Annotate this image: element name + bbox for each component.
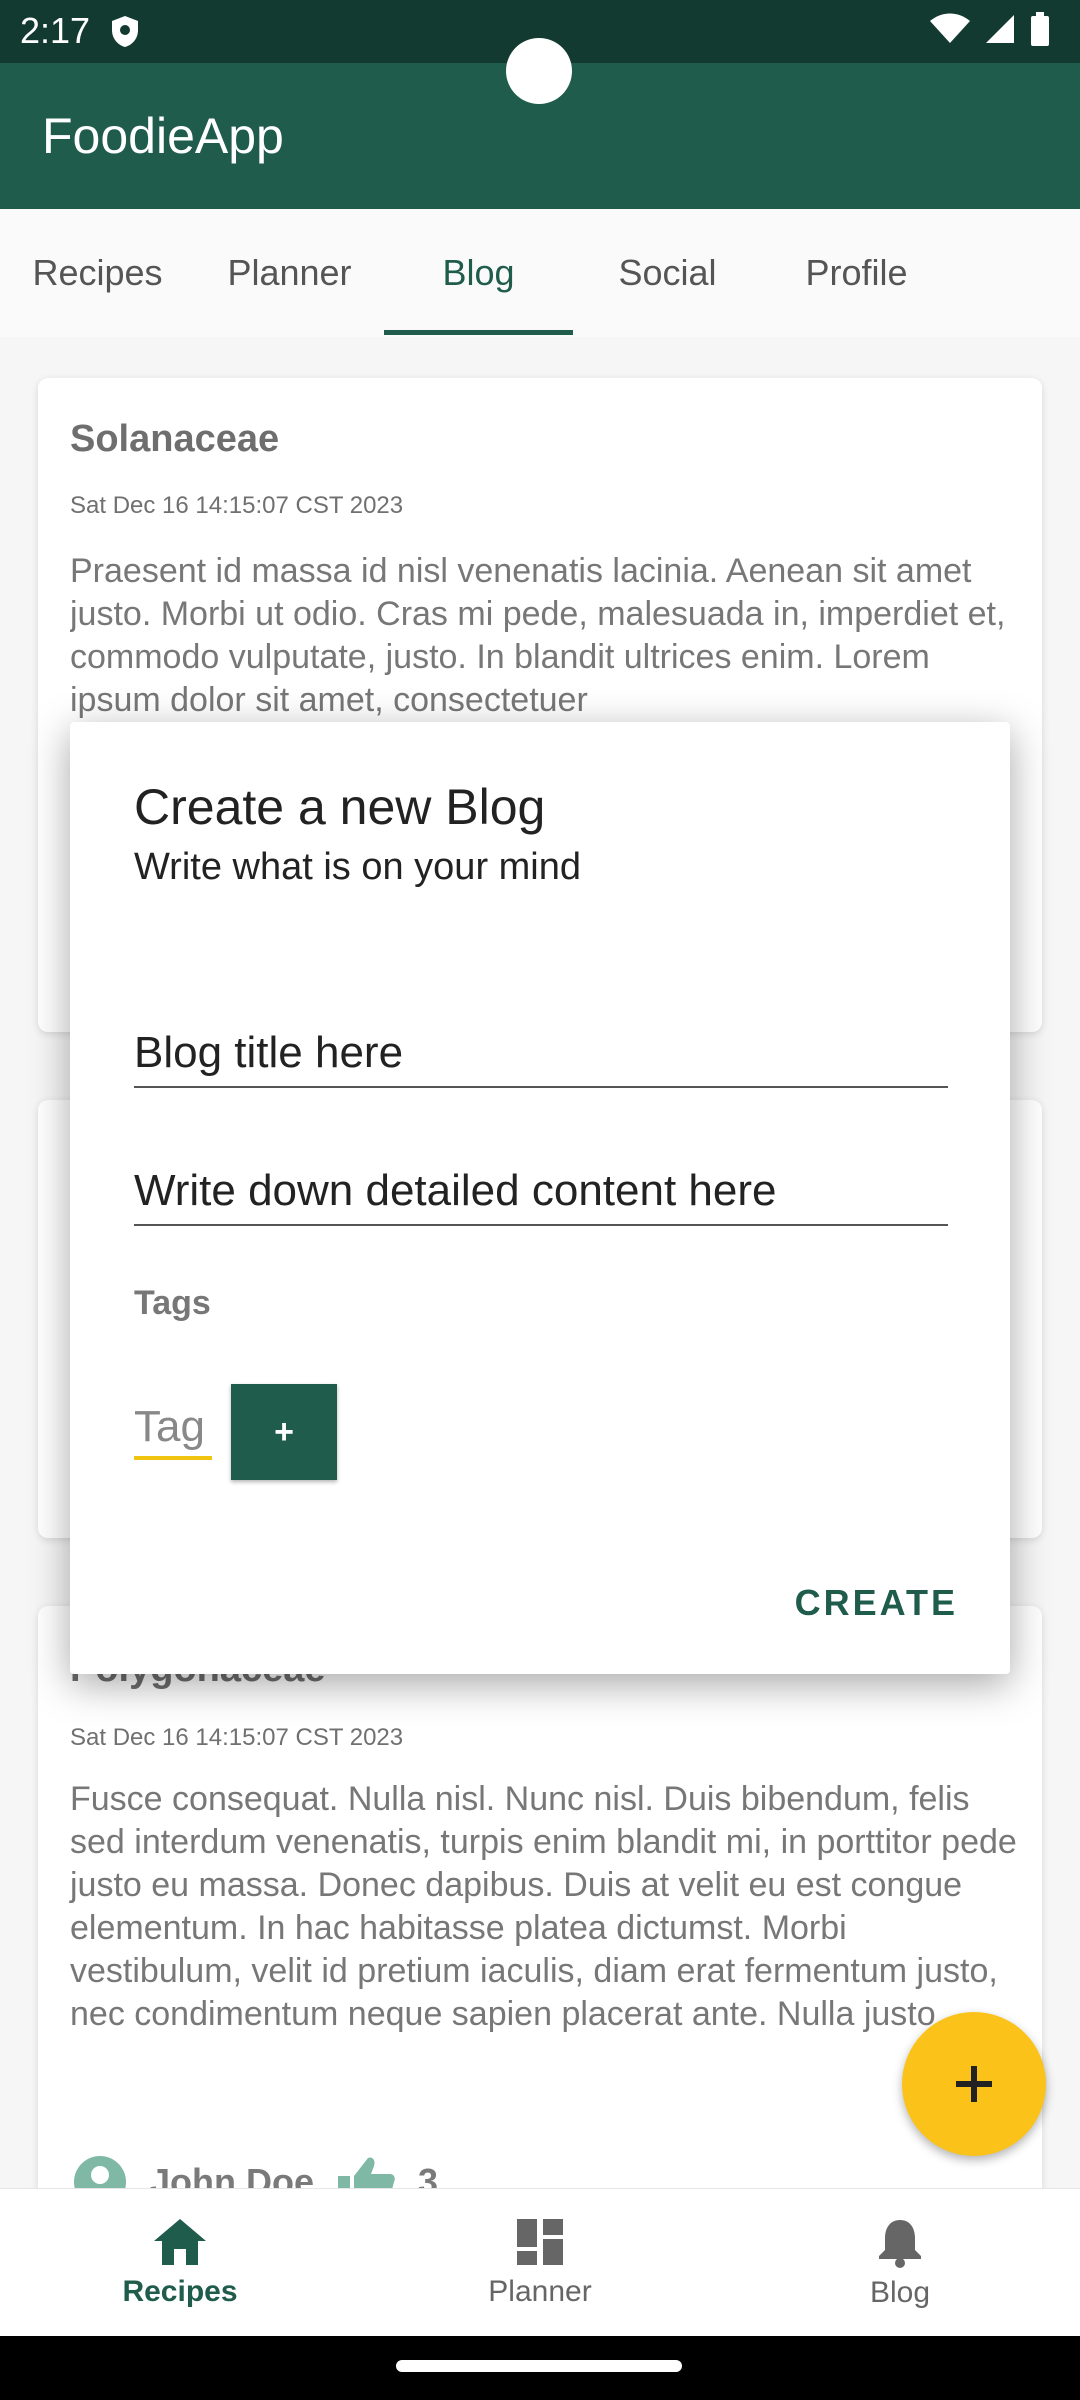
tag-field[interactable] [134, 1402, 212, 1460]
blog-title-field[interactable] [134, 1028, 948, 1088]
nav-label: Planner [488, 2275, 592, 2308]
tag-input[interactable] [134, 1402, 212, 1456]
wifi-icon [930, 13, 970, 43]
blog-content-field[interactable] [134, 1166, 948, 1226]
dashboard-icon [517, 2219, 563, 2265]
screen: 2:17 FoodieApp Recipes Planner Blog Soci… [0, 0, 1080, 2400]
add-tag-button[interactable]: + [231, 1384, 337, 1480]
dialog-title: Create a new Blog [134, 779, 546, 835]
shield-icon [112, 16, 138, 47]
status-time: 2:17 [20, 10, 91, 51]
nav-label: Blog [869, 2276, 931, 2309]
add-fab-button[interactable] [902, 2012, 1046, 2156]
tags-label: Tags [134, 1284, 211, 1322]
nav-item-blog[interactable]: Blog [720, 2189, 1080, 2337]
create-button[interactable]: CREATE [795, 1582, 958, 1624]
bottom-navigation: Recipes Planner Blog [0, 2188, 1080, 2336]
status-icons [930, 12, 1050, 46]
app-title: FoodieApp [42, 108, 284, 164]
blog-title-input[interactable] [134, 1028, 948, 1086]
battery-icon [1031, 12, 1049, 46]
create-blog-dialog: Create a new Blog Write what is on your … [70, 722, 1010, 1674]
camera-cutout [506, 38, 572, 104]
nav-item-recipes[interactable]: Recipes [0, 2189, 360, 2337]
plus-icon [956, 2066, 992, 2102]
blog-content-input[interactable] [134, 1166, 948, 1224]
nav-item-planner[interactable]: Planner [360, 2189, 720, 2337]
signal-icon [986, 15, 1014, 43]
dialog-subtitle: Write what is on your mind [134, 846, 582, 888]
nav-label: Recipes [122, 2275, 238, 2308]
bell-icon [879, 2220, 921, 2268]
home-icon [154, 2219, 206, 2265]
home-gesture-bar[interactable] [396, 2360, 682, 2372]
